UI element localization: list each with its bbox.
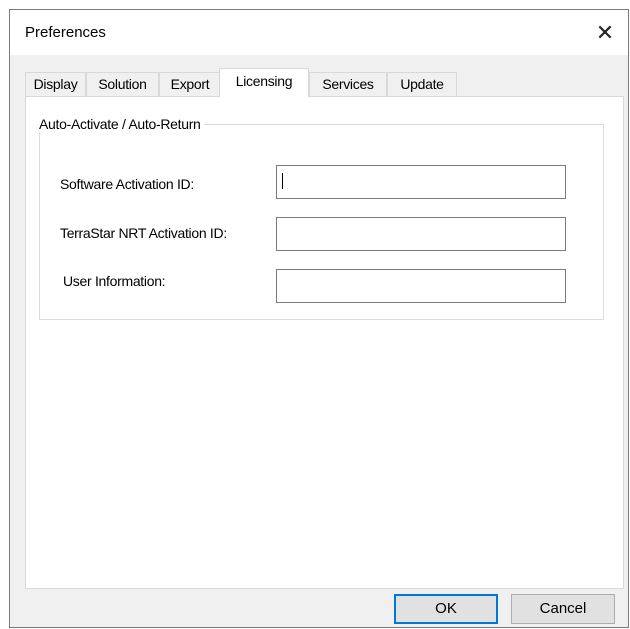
ok-button[interactable]: OK (394, 594, 498, 624)
software-activation-label: Software Activation ID: (60, 176, 194, 192)
user-information-label: User Information: (63, 273, 166, 289)
terrastar-activation-label: TerraStar NRT Activation ID: (60, 225, 227, 241)
cancel-button[interactable]: Cancel (511, 594, 615, 624)
title-bar: Preferences ✕ (10, 10, 628, 55)
close-icon: ✕ (595, 19, 615, 45)
close-button[interactable]: ✕ (582, 10, 628, 55)
tab-services[interactable]: Services (309, 72, 387, 96)
tab-export[interactable]: Export (159, 72, 221, 96)
user-information-input[interactable] (276, 269, 566, 303)
tab-display[interactable]: Display (25, 72, 86, 96)
tab-update[interactable]: Update (387, 72, 457, 96)
licensing-panel: Auto-Activate / Auto-Return Software Act… (25, 96, 624, 589)
tab-licensing[interactable]: Licensing (219, 68, 309, 97)
tab-solution[interactable]: Solution (86, 72, 159, 96)
dialog-title: Preferences (25, 24, 106, 41)
text-caret (282, 173, 283, 189)
terrastar-activation-input[interactable] (276, 217, 566, 251)
group-title: Auto-Activate / Auto-Return (36, 116, 204, 132)
software-activation-input[interactable] (276, 165, 566, 199)
preferences-dialog: Preferences ✕ Display Solution Export Li… (9, 9, 629, 628)
